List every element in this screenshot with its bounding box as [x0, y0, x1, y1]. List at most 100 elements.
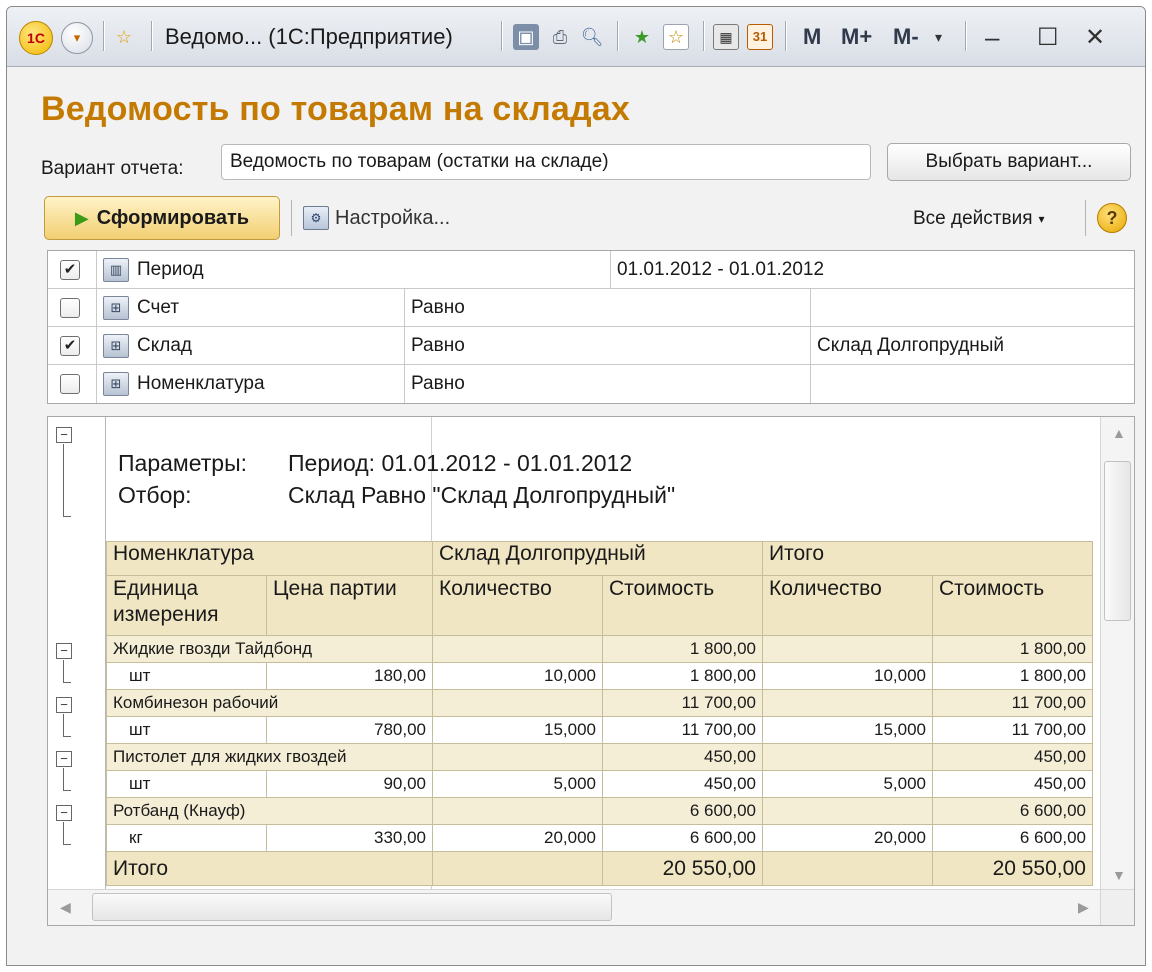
- horizontal-scrollbar[interactable]: ◀ ▶: [48, 889, 1102, 925]
- item-cost: 11 700,00: [602, 689, 763, 717]
- scroll-left-icon[interactable]: ◀: [60, 899, 71, 916]
- calendar-icon[interactable]: 31: [747, 24, 773, 50]
- item-line-total-cost: 450,00: [932, 770, 1093, 798]
- filter-name-cell: ⊞ Счет: [96, 289, 404, 327]
- filter-name: Период: [137, 259, 204, 280]
- item-line-total-cost: 1 800,00: [932, 662, 1093, 690]
- empty-cell: [762, 851, 933, 886]
- table-row[interactable]: шт 90,00 5,000 450,00 5,000 450,00: [106, 770, 1093, 798]
- all-actions-label: Все действия: [913, 208, 1033, 229]
- item-total-cost: 11 700,00: [932, 689, 1093, 717]
- collapse-group-icon[interactable]: −: [56, 751, 72, 767]
- generate-button[interactable]: ▶ Сформировать: [44, 196, 280, 240]
- filter-label: Отбор:: [118, 482, 192, 508]
- header-qty: Количество: [432, 575, 603, 636]
- table-row[interactable]: Жидкие гвозди Тайдбонд 1 800,00 1 800,00: [106, 635, 1093, 663]
- favorite-star-icon[interactable]: ☆: [111, 24, 137, 50]
- collapse-group-icon[interactable]: −: [56, 697, 72, 713]
- table-row[interactable]: шт 180,00 10,000 1 800,00 10,000 1 800,0…: [106, 662, 1093, 690]
- filter-condition[interactable]: Равно: [404, 365, 810, 403]
- empty-cell: [762, 743, 933, 771]
- item-cost: 1 800,00: [602, 635, 763, 663]
- total-row[interactable]: Итого 20 550,00 20 550,00: [106, 851, 1093, 886]
- close-button[interactable]: ✕: [1085, 21, 1105, 53]
- scroll-right-icon[interactable]: ▶: [1078, 899, 1089, 916]
- filter-row-period[interactable]: ✔ ▥ Период 01.01.2012 - 01.01.2012: [48, 251, 1134, 289]
- filter-row-warehouse[interactable]: ✔ ⊞ Склад Равно Склад Долгопрудный: [48, 327, 1134, 365]
- table-row[interactable]: кг 330,00 20,000 6 600,00 20,000 6 600,0…: [106, 824, 1093, 852]
- report-spreadsheet[interactable]: − − − − − Параметры: Период: 01.01.2012 …: [47, 416, 1135, 926]
- calculator-icon[interactable]: ▦: [713, 24, 739, 50]
- report-title: Ведомость по товарам на складах: [41, 90, 630, 128]
- print-icon[interactable]: ⎙: [547, 24, 573, 50]
- horizontal-scroll-thumb[interactable]: [92, 893, 612, 921]
- header-price: Цена партии: [266, 575, 433, 636]
- filter-condition[interactable]: Равно: [404, 289, 810, 327]
- save-icon[interactable]: ▣: [513, 24, 539, 50]
- filter-value[interactable]: [810, 289, 1136, 327]
- empty-cell: [432, 689, 603, 717]
- toolbar-separator: [703, 21, 704, 51]
- empty-cell: [432, 797, 603, 825]
- toolbar-separator: [1085, 200, 1086, 236]
- group-line: [63, 660, 64, 682]
- filter-value[interactable]: [810, 365, 1136, 403]
- filter-value[interactable]: Склад Долгопрудный: [810, 327, 1136, 365]
- settings-button[interactable]: ⚙ Настройка...: [303, 206, 450, 230]
- scroll-up-icon[interactable]: ▲: [1112, 425, 1126, 441]
- report-sheet[interactable]: Параметры: Период: 01.01.2012 - 01.01.201…: [106, 417, 1102, 925]
- item-total-qty: 5,000: [762, 770, 933, 798]
- filter-checkbox[interactable]: ✔: [60, 260, 80, 280]
- app-logo-icon[interactable]: 1С: [19, 21, 53, 55]
- choose-variant-button[interactable]: Выбрать вариант...: [887, 143, 1131, 181]
- vertical-scrollbar[interactable]: ▲ ▼: [1100, 417, 1134, 891]
- memory-minus-button[interactable]: M-: [893, 21, 919, 53]
- item-name: Ротбанд (Кнауф): [106, 797, 433, 825]
- item-price: 330,00: [266, 824, 433, 852]
- item-line-cost: 11 700,00: [602, 716, 763, 744]
- filter-value[interactable]: 01.01.2012 - 01.01.2012: [610, 251, 1136, 289]
- header-cost: Стоимость: [602, 575, 763, 636]
- filter-row-nomenclature[interactable]: ⊞ Номенклатура Равно: [48, 365, 1134, 403]
- toolbar-separator: [785, 21, 786, 51]
- memory-m-button[interactable]: M: [803, 21, 821, 53]
- empty-cell: [762, 797, 933, 825]
- table-row[interactable]: шт 780,00 15,000 11 700,00 15,000 11 700…: [106, 716, 1093, 744]
- minimize-button[interactable]: –: [985, 21, 999, 53]
- empty-cell: [762, 689, 933, 717]
- print-preview-icon[interactable]: 🔍︎: [579, 24, 605, 50]
- filter-checkbox[interactable]: ✔: [60, 336, 80, 356]
- filter-checkbox[interactable]: [60, 374, 80, 394]
- variant-field[interactable]: Ведомость по товарам (остатки на складе): [221, 144, 871, 180]
- table-row[interactable]: Пистолет для жидких гвоздей 450,00 450,0…: [106, 743, 1093, 771]
- filter-condition[interactable]: Равно: [404, 327, 810, 365]
- favorites-list-icon[interactable]: ☆: [663, 24, 689, 50]
- collapse-group-icon[interactable]: −: [56, 427, 72, 443]
- add-to-favorites-icon[interactable]: ★: [629, 24, 655, 50]
- header-total-cost: Стоимость: [932, 575, 1093, 636]
- help-button[interactable]: ?: [1097, 203, 1127, 233]
- group-line: [63, 822, 64, 844]
- filter-icon: ⊞: [103, 372, 129, 396]
- filter-checkbox[interactable]: [60, 298, 80, 318]
- scroll-down-icon[interactable]: ▼: [1112, 867, 1126, 883]
- all-actions-menu[interactable]: Все действия ▾: [913, 208, 1045, 230]
- toolbar-separator: [501, 21, 502, 51]
- memory-plus-button[interactable]: M+: [841, 21, 872, 53]
- variant-label: Вариант отчета:: [41, 158, 184, 179]
- filter-row-account[interactable]: ⊞ Счет Равно: [48, 289, 1134, 327]
- report-table: Номенклатура Склад Долгопрудный Итого Ед…: [106, 541, 1093, 886]
- collapse-group-icon[interactable]: −: [56, 805, 72, 821]
- header-warehouse: Склад Долгопрудный: [432, 541, 763, 576]
- table-row[interactable]: Комбинезон рабочий 11 700,00 11 700,00: [106, 689, 1093, 717]
- group-line: [63, 714, 64, 736]
- collapse-group-icon[interactable]: −: [56, 643, 72, 659]
- table-row[interactable]: Ротбанд (Кнауф) 6 600,00 6 600,00: [106, 797, 1093, 825]
- main-menu-button[interactable]: ▾: [61, 22, 93, 54]
- customize-toolbar-icon[interactable]: ▾: [935, 21, 942, 53]
- toolbar-separator: [617, 21, 618, 51]
- vertical-scroll-thumb[interactable]: [1104, 461, 1131, 621]
- item-unit: кг: [106, 824, 267, 852]
- maximize-button[interactable]: ☐: [1037, 21, 1059, 53]
- scrollbar-corner: [1100, 889, 1134, 925]
